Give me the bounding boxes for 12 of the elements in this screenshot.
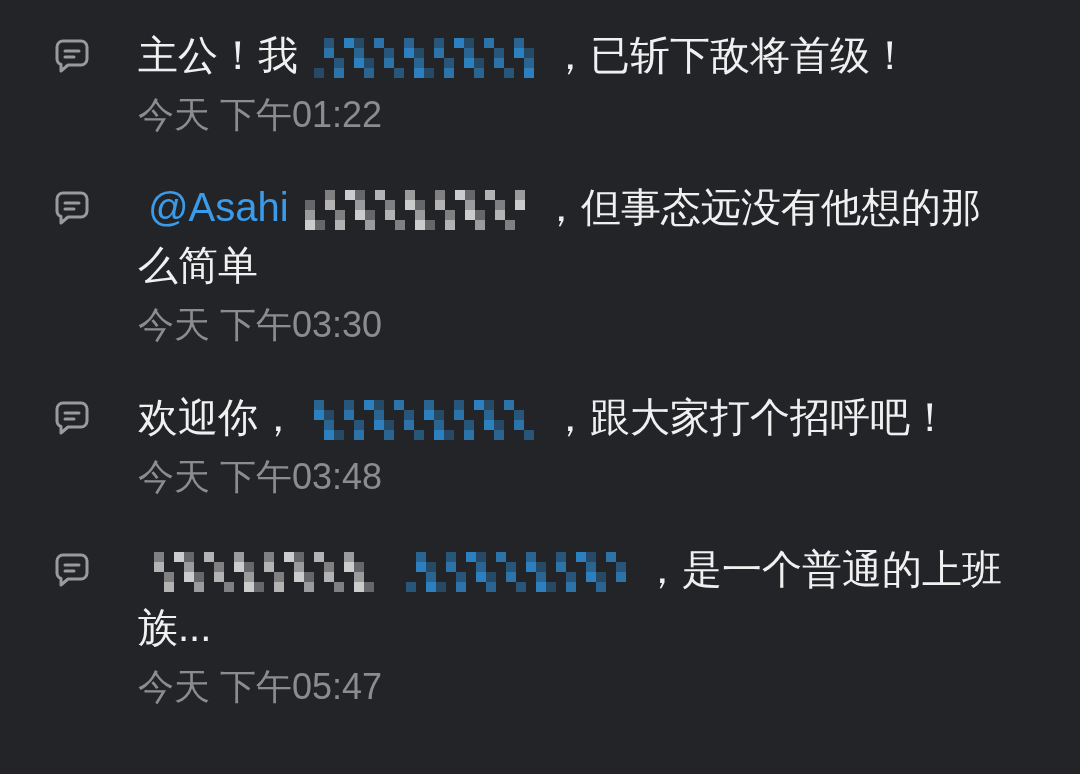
message-icon xyxy=(54,552,90,588)
message-text: 欢迎你， ，跟大家打个招呼吧！ xyxy=(138,394,951,443)
message-text: 主公！我 ，已斩下敌将首级！ xyxy=(138,32,911,81)
timestamp: 今天 下午01:22 xyxy=(138,93,384,137)
message-icon xyxy=(54,190,90,226)
timestamp: 今天 下午05:47 xyxy=(138,665,384,709)
timestamp: 今天 下午03:48 xyxy=(138,455,384,499)
message-text: @Asahi ，但事态远没有他想的那么简单 xyxy=(138,184,982,289)
message-icon xyxy=(54,400,90,436)
timestamp: 今天 下午03:30 xyxy=(138,303,384,347)
message-icon xyxy=(54,38,90,74)
message-text: ，是一个普通的上班族... xyxy=(138,546,1003,651)
